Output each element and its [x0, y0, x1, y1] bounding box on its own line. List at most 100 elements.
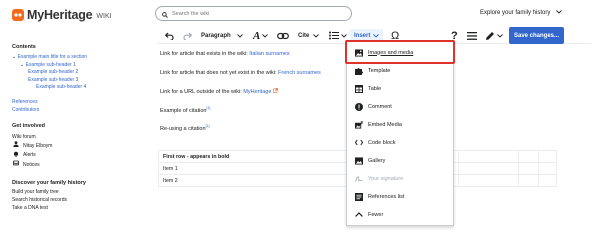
- explore-family-history-menu[interactable]: Explore your family history: [480, 10, 563, 16]
- redo-button[interactable]: [183, 27, 192, 44]
- paragraph-external-link: Link for a URL outside of the wiki: MyHe…: [160, 88, 278, 95]
- cite-dropdown[interactable]: Cite: [298, 27, 320, 44]
- explore-label: Explore your family history: [480, 10, 551, 16]
- toc-item[interactable]: ⌄ Example main title for a section: [12, 54, 152, 62]
- text-style-dropdown[interactable]: A: [253, 27, 269, 44]
- chevron-down-icon: [373, 33, 380, 38]
- paragraph-text: Re-using a citation: [160, 125, 206, 132]
- user-name: Nitay Elboym: [23, 142, 53, 149]
- table-cell[interactable]: [458, 150, 519, 163]
- paragraph-missing-link: Link for article that does not yet exist…: [160, 70, 321, 76]
- table-of-contents: ⌄ Example main title for a section ⌄ Exa…: [12, 54, 152, 92]
- italian-surnames-link[interactable]: Italian surnames: [249, 51, 289, 57]
- table-cell[interactable]: Item 1: [158, 162, 349, 175]
- insert-label: Insert: [354, 32, 371, 39]
- table-cell[interactable]: First row - appears in bold: [158, 150, 349, 163]
- chevron-down-icon: [262, 33, 269, 38]
- code-icon: [355, 139, 363, 147]
- myheritage-logo-icon: [12, 9, 24, 21]
- build-tree-link[interactable]: Build your family tree: [12, 188, 152, 196]
- contents-heading: Contents: [12, 44, 36, 50]
- references-list-icon: [355, 192, 363, 201]
- chevron-down-icon: ⌄: [12, 54, 17, 60]
- menu-item-code-block[interactable]: Code block: [347, 134, 453, 151]
- chevron-down-icon: [236, 33, 243, 38]
- notices-link[interactable]: Notices: [12, 160, 152, 170]
- menu-item-embed-media[interactable]: Embed Media: [347, 116, 453, 133]
- puzzle-icon: [355, 67, 363, 75]
- table-cell[interactable]: [458, 162, 519, 175]
- paragraph-text: Link for article that does not yet exist…: [160, 70, 279, 76]
- table-cell[interactable]: Item 2: [158, 174, 349, 187]
- cite-label: Cite: [298, 32, 310, 39]
- user-profile-link[interactable]: Nitay Elboym: [12, 141, 152, 151]
- paragraph-text: Link for a URL outside of the wiki:: [160, 89, 244, 95]
- undo-icon: [165, 32, 174, 40]
- save-changes-button[interactable]: Save changes...: [509, 27, 565, 44]
- search-records-link[interactable]: Search historical records: [12, 196, 152, 204]
- myheritage-logo[interactable]: MyHeritage WIKI: [12, 8, 112, 22]
- toc-item[interactable]: Example sub-header 4: [12, 84, 152, 92]
- french-surnames-link[interactable]: French surnames: [278, 70, 321, 76]
- alerts-label: Alerts: [23, 152, 36, 159]
- table-icon: [355, 84, 363, 93]
- dna-test-link[interactable]: Take a DNA test: [12, 204, 152, 212]
- sidebar: Contents ⌄ Example main title for a sect…: [12, 44, 152, 212]
- editing-mode-dropdown[interactable]: [485, 27, 503, 44]
- table-cell[interactable]: [518, 174, 539, 187]
- menu-item-fewer[interactable]: Fewer: [347, 206, 453, 223]
- toc-references[interactable]: References: [12, 99, 152, 107]
- table-cell[interactable]: [458, 174, 519, 187]
- chevron-up-icon: [355, 211, 363, 219]
- search-input[interactable]: [172, 10, 332, 17]
- citation-marker[interactable]: [1]: [206, 106, 210, 110]
- menu-item-comment[interactable]: Comment: [347, 98, 453, 115]
- discover-heading: Discover your family history: [12, 179, 86, 186]
- toc-label: Example main title for a section: [17, 54, 88, 60]
- save-label: Save changes...: [514, 32, 560, 39]
- toc-item[interactable]: Example sub-header 3: [12, 77, 152, 85]
- menu-item-label: Embed Media: [368, 121, 402, 128]
- table-cell[interactable]: [518, 162, 539, 175]
- gallery-icon: [355, 156, 363, 165]
- chevron-down-icon: [556, 10, 563, 16]
- myheritage-external-link[interactable]: MyHeritage: [243, 89, 271, 95]
- menu-item-references-list[interactable]: References list: [347, 188, 453, 205]
- menu-item-label: Fewer: [368, 211, 384, 218]
- menu-item-your-signature[interactable]: Your signature: [347, 170, 453, 187]
- chevron-down-icon: [497, 33, 503, 38]
- table-cell[interactable]: [538, 162, 557, 175]
- table-cell[interactable]: [538, 174, 557, 187]
- citation-marker[interactable]: [1]: [206, 124, 210, 128]
- paragraph-text: Link for article that exists in the wiki…: [160, 51, 250, 57]
- menu-item-table[interactable]: Table: [347, 80, 453, 97]
- link-button[interactable]: [277, 27, 289, 44]
- alerts-link[interactable]: Alerts: [12, 151, 152, 161]
- redo-icon: [183, 32, 192, 40]
- wiki-forum-link[interactable]: Wiki forum: [12, 133, 152, 141]
- menu-item-label: Your signature: [368, 175, 404, 182]
- undo-button[interactable]: [165, 27, 174, 44]
- menu-item-gallery[interactable]: Gallery: [347, 152, 453, 169]
- toc-item[interactable]: ⌄ Example sub-header 1: [12, 62, 152, 70]
- pencil-icon: [485, 31, 495, 41]
- toc-label: Example sub-header 1: [25, 61, 76, 68]
- table-cell[interactable]: [518, 150, 539, 163]
- bell-icon: [13, 151, 19, 161]
- menu-item-label: Table: [368, 85, 382, 92]
- link-icon: [277, 32, 289, 40]
- table-cell[interactable]: [538, 150, 557, 163]
- bullet-list-icon: [329, 31, 339, 40]
- search-icon: [162, 5, 168, 23]
- search-box[interactable]: [155, 6, 352, 21]
- menu-item-label: Template: [368, 67, 391, 74]
- toc-item[interactable]: Example sub-header 2: [12, 69, 152, 77]
- toc-contributors[interactable]: Contributors: [12, 107, 152, 115]
- comment-icon: [355, 102, 363, 111]
- paragraph-citation: Example of citation[1]: [160, 106, 210, 114]
- page-options-button[interactable]: [467, 27, 477, 44]
- embed-media-icon: [355, 120, 363, 129]
- menu-item-label: Comment: [368, 103, 392, 110]
- paragraph-dropdown[interactable]: Paragraph: [201, 27, 243, 44]
- menu-item-template[interactable]: Template: [347, 62, 453, 79]
